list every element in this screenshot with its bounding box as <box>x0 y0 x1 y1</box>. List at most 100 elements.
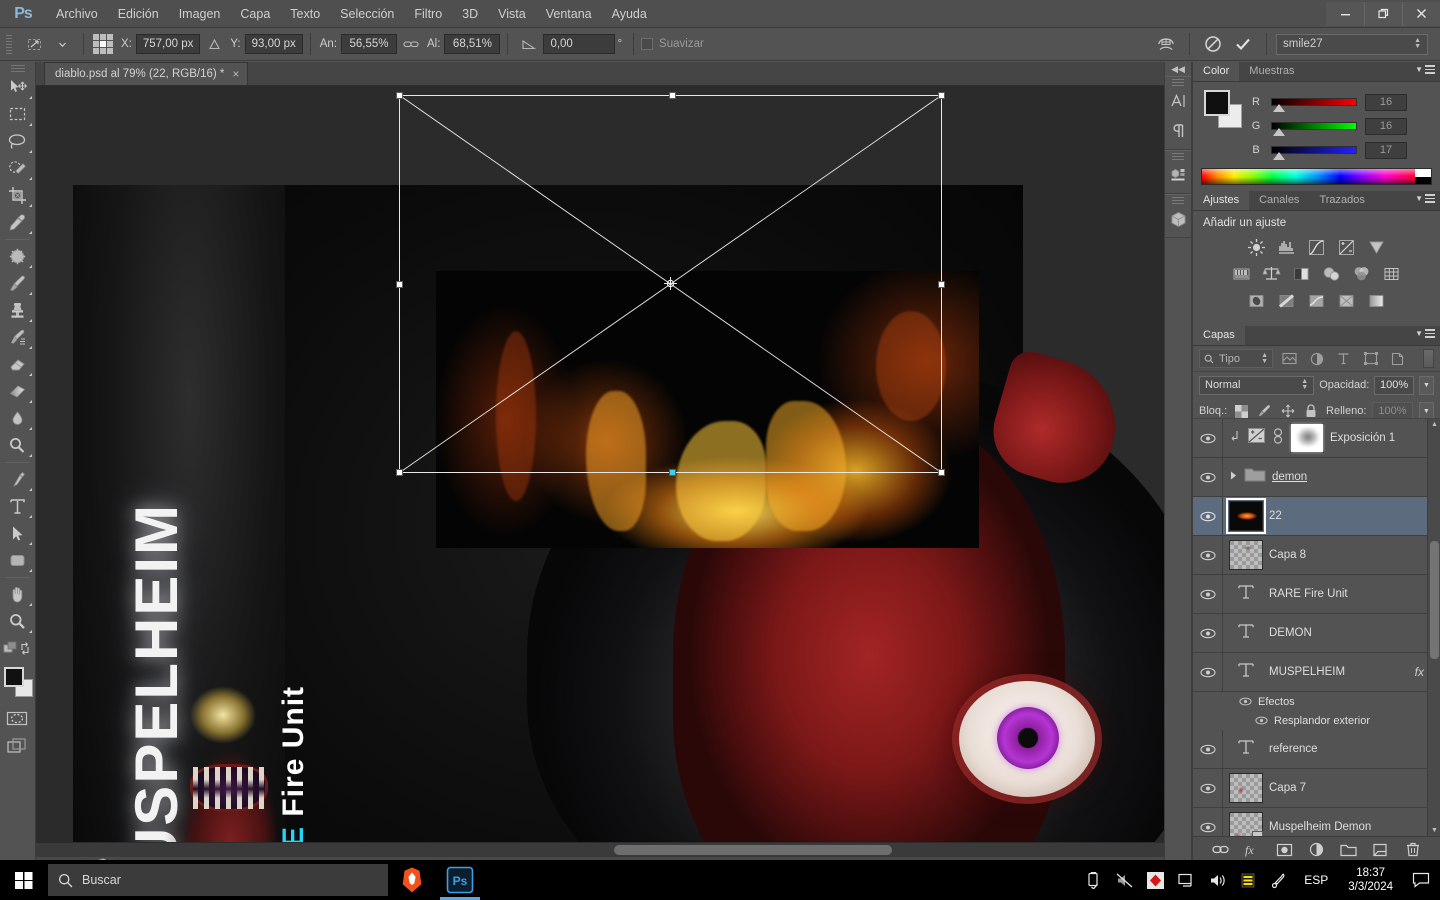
table-row[interactable]: Exposición 1 <box>1193 419 1440 458</box>
threshold-icon[interactable] <box>1304 289 1330 313</box>
layer-style-icon[interactable]: fx <box>1243 840 1263 860</box>
blue-slider[interactable] <box>1271 146 1357 160</box>
menu-ventana[interactable]: Ventana <box>536 0 602 28</box>
canvas-area[interactable]: MUSPELHEIM DEMON RARE Fire Unit REFERENC… <box>36 86 1244 842</box>
layers-scroll-down-icon[interactable]: ▼ <box>1431 827 1438 834</box>
menu-seleccion[interactable]: Selección <box>330 0 404 28</box>
tab-trazados[interactable]: Trazados <box>1309 191 1375 210</box>
channel-mixer-icon[interactable] <box>1349 262 1375 286</box>
adjustment-layer-icon[interactable] <box>1307 840 1327 860</box>
layer-thumbnail[interactable] <box>1229 773 1263 803</box>
table-row[interactable]: 22 <box>1193 497 1440 536</box>
transform-handle-bottom-right[interactable] <box>938 469 945 476</box>
layer-list[interactable]: Exposición 1 demon 22 Capa 8 RARE Fire U… <box>1193 418 1440 836</box>
layer-visibility-toggle[interactable] <box>1193 458 1223 496</box>
table-row[interactable]: Capa 8 <box>1193 536 1440 575</box>
usb-icon[interactable] <box>1082 860 1104 900</box>
3d-panel-icon[interactable] <box>1165 204 1191 234</box>
transform-handle-top-left[interactable] <box>396 92 403 99</box>
table-row[interactable]: MUSPELHEIM fx <box>1193 653 1440 692</box>
language-indicator[interactable]: ESP <box>1299 873 1333 887</box>
hue-saturation-icon[interactable] <box>1229 262 1255 286</box>
move-tool[interactable] <box>0 74 34 101</box>
layer-visibility-toggle[interactable] <box>1193 769 1223 807</box>
collapse-panels-icon[interactable]: ◀◀ <box>1165 62 1191 76</box>
graphics-icon[interactable] <box>1144 860 1166 900</box>
dock-group-grip-3[interactable] <box>1165 195 1191 204</box>
color-foreground-swatch[interactable] <box>1204 90 1230 116</box>
tab-ajustes[interactable]: Ajustes <box>1193 191 1250 210</box>
layer-thumbnail[interactable] <box>1226 498 1266 534</box>
layer-name[interactable]: reference <box>1269 743 1318 755</box>
antialias-checkbox[interactable]: Suavizar <box>641 38 704 50</box>
layer-thumbnail[interactable] <box>1229 812 1263 836</box>
gradient-tool[interactable] <box>0 378 34 405</box>
color-lookup-icon[interactable] <box>1379 262 1405 286</box>
red-slider-knob[interactable] <box>1273 104 1285 112</box>
menu-archivo[interactable]: Archivo <box>46 0 108 28</box>
layer-filter-type-select[interactable]: Tipo ▲ ▼ <box>1199 349 1273 368</box>
green-slider[interactable] <box>1271 122 1357 136</box>
transform-handle-middle-right[interactable] <box>938 281 945 288</box>
color-spectrum-ramp[interactable] <box>1201 168 1432 185</box>
brightness-contrast-icon[interactable] <box>1244 235 1270 259</box>
table-row[interactable]: Capa 7 <box>1193 769 1440 808</box>
blur-tool[interactable] <box>0 405 34 432</box>
layer-name[interactable]: DEMON <box>1269 627 1312 639</box>
filter-smart-object-icon[interactable] <box>1387 349 1408 368</box>
layer-visibility-toggle[interactable] <box>1193 575 1223 613</box>
windows-start-icon[interactable] <box>0 860 48 900</box>
color-panel-swatches[interactable] <box>1201 90 1243 130</box>
menu-ayuda[interactable]: Ayuda <box>602 0 657 28</box>
tab-capas[interactable]: Capas <box>1193 326 1245 345</box>
transform-handle-top-center[interactable] <box>669 92 676 99</box>
layer-thumbnail[interactable] <box>1229 540 1263 570</box>
volume-icon[interactable] <box>1206 860 1228 900</box>
height-input[interactable]: 68,51% <box>444 34 501 54</box>
transform-reference-point[interactable] <box>663 277 677 290</box>
list-item[interactable]: Efectos <box>1193 692 1440 711</box>
gradient-map-icon[interactable] <box>1364 289 1390 313</box>
tool-preset-chevron-icon[interactable] <box>48 32 76 56</box>
group-expand-icon[interactable] <box>1229 468 1238 486</box>
relative-position-icon[interactable] <box>200 32 228 56</box>
table-row[interactable]: demon <box>1193 458 1440 497</box>
layer-name[interactable]: Capa 8 <box>1269 549 1306 561</box>
rectangular-marquee-tool[interactable] <box>0 101 34 128</box>
effect-name[interactable]: Resplandor exterior <box>1274 715 1370 727</box>
warp-icon[interactable] <box>1152 32 1180 56</box>
opacity-value[interactable]: 100% <box>1374 375 1414 395</box>
layer-visibility-toggle[interactable] <box>1193 614 1223 652</box>
screen-mode-icon[interactable] <box>0 732 34 759</box>
close-button[interactable] <box>1402 1 1440 26</box>
y-input[interactable]: 93,00 px <box>244 34 303 54</box>
filter-type-icon[interactable] <box>1333 349 1354 368</box>
layer-mask-thumbnail[interactable] <box>1290 423 1324 453</box>
photoshop-icon[interactable]: Ps <box>436 860 484 900</box>
layer-filter-toggle[interactable] <box>1423 349 1434 368</box>
brave-browser-icon[interactable] <box>388 860 436 900</box>
layer-name[interactable]: Capa 7 <box>1269 782 1306 794</box>
layer-name[interactable]: RARE Fire Unit <box>1269 588 1348 600</box>
pen-icon[interactable] <box>1268 860 1290 900</box>
quick-selection-tool[interactable] <box>0 155 34 182</box>
cancel-transform-icon[interactable] <box>1199 32 1227 56</box>
filter-adjustment-icon[interactable] <box>1306 349 1327 368</box>
3d-properties-icon[interactable] <box>1165 160 1191 190</box>
history-brush-tool[interactable] <box>0 324 34 351</box>
clock[interactable]: 18:37 3/3/2024 <box>1342 866 1399 894</box>
effects-group-label[interactable]: Efectos <box>1258 696 1295 708</box>
vibrance-icon[interactable] <box>1364 235 1390 259</box>
menu-texto[interactable]: Texto <box>280 0 330 28</box>
layers-scroll-thumb[interactable] <box>1430 541 1439 659</box>
layers-scrollbar[interactable]: ▲ ▼ <box>1427 419 1440 836</box>
table-row[interactable]: reference <box>1193 730 1440 769</box>
tool-preset-select[interactable]: smile27 ▲ ▼ <box>1276 33 1428 55</box>
list-item[interactable]: Resplandor exterior <box>1193 711 1440 730</box>
x-input[interactable]: 757,00 px <box>135 34 201 54</box>
transform-handle-bottom-left[interactable] <box>396 469 403 476</box>
layer-link-icon[interactable] <box>1272 427 1284 449</box>
commit-transform-icon[interactable] <box>1229 32 1257 56</box>
eraser-tool[interactable] <box>0 351 34 378</box>
layers-panel-menu-icon[interactable]: ▼ <box>1415 329 1435 338</box>
